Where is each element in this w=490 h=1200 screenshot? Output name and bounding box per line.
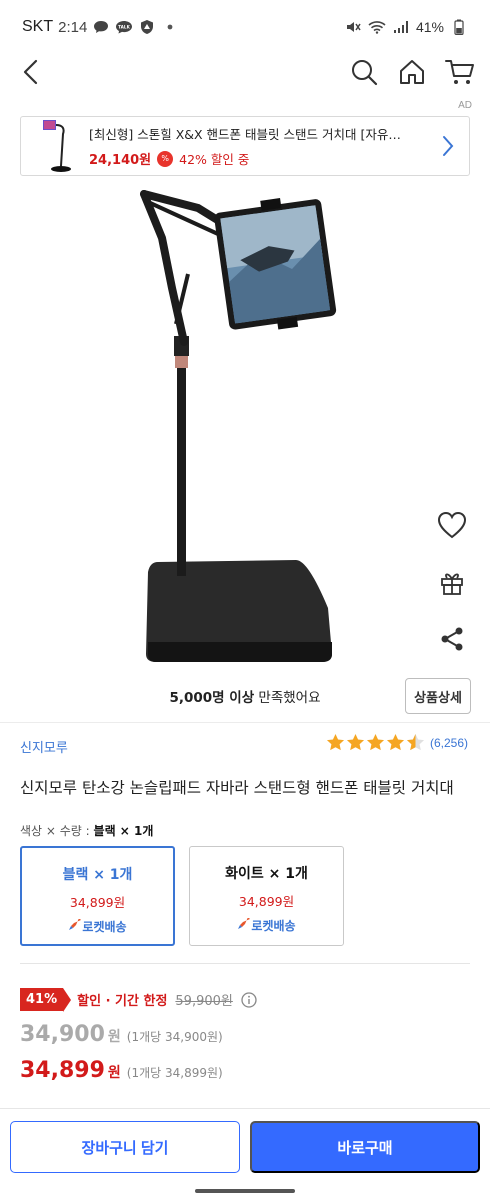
- add-to-cart-button[interactable]: 장바구니 담기: [10, 1121, 240, 1173]
- share-icon[interactable]: [432, 619, 472, 659]
- status-bar: SKT 2:14 TALK 41%: [0, 0, 490, 54]
- nav-actions: [348, 54, 476, 90]
- rocket-icon: [238, 917, 251, 929]
- carrier-label: SKT: [22, 18, 54, 35]
- top-nav: [0, 50, 490, 94]
- price-per-unit: (1개당 34,899원): [126, 1066, 223, 1080]
- status-left: SKT 2:14 TALK: [22, 18, 179, 36]
- rocket-delivery-badge: 로켓배송: [22, 918, 173, 935]
- price-per-unit: (1개당 34,900원): [126, 1030, 223, 1044]
- battery-icon: [450, 19, 468, 35]
- option-selected-value: 블랙 × 1개: [93, 824, 154, 838]
- signal-icon: [392, 19, 410, 35]
- discount-row: 41% 할인 · 기간 한정 59,900원: [20, 988, 257, 1012]
- chevron-right-icon[interactable]: [433, 126, 463, 166]
- price-amount: 34,899: [20, 1058, 105, 1083]
- info-icon[interactable]: [241, 991, 257, 1008]
- delivery-label: 로켓배송: [82, 920, 127, 934]
- side-actions: [432, 505, 472, 676]
- price-before-coupon: 34,900 원 (1개당 34,900원): [20, 1022, 223, 1047]
- option-label: 색상 × 수량 : 블랙 × 1개: [20, 822, 153, 839]
- product-detail-button[interactable]: 상품상세: [405, 678, 471, 714]
- search-icon[interactable]: [348, 54, 380, 90]
- star-half-icon: [406, 733, 425, 751]
- original-price: 59,900원: [175, 994, 233, 1009]
- ad-label: AD: [458, 100, 472, 111]
- rating-stars[interactable]: (6,256): [326, 733, 468, 752]
- buyers-count: 5,000명 이상: [169, 690, 255, 706]
- battery-percent: 41%: [415, 19, 444, 35]
- star-icon: [326, 733, 345, 751]
- bottom-action-bar: 장바구니 담기 바로구매: [0, 1108, 490, 1200]
- discount-percent-badge: 41%: [20, 988, 72, 1012]
- delivery-label: 로켓배송: [251, 919, 296, 933]
- heart-icon[interactable]: [432, 505, 472, 545]
- option-name: 화이트 × 1개: [225, 866, 308, 882]
- discount-text: 할인 · 기간 한정: [77, 994, 168, 1009]
- star-icon: [346, 733, 365, 751]
- rocket-icon: [69, 918, 82, 930]
- discount-badge-icon: %: [157, 150, 174, 167]
- talk-icon: TALK: [115, 19, 133, 35]
- star-icon: [366, 733, 385, 751]
- buyers-suffix: 만족했어요: [254, 690, 321, 706]
- back-arrow-icon[interactable]: [14, 54, 46, 90]
- wifi-icon: [368, 19, 386, 35]
- ad-text: [최신형] 스톤힐 X&X 핸드폰 태블릿 스탠드 거치대 [자유… 24,14…: [89, 124, 433, 168]
- chat-bubble-icon: [92, 19, 110, 35]
- cart-icon[interactable]: [444, 54, 476, 90]
- clock: 2:14: [58, 18, 88, 36]
- option-name: 블랙 × 1개: [62, 867, 133, 883]
- home-indicator[interactable]: [195, 1189, 295, 1193]
- option-card-black[interactable]: 블랙 × 1개 34,899원 로켓배송: [20, 846, 175, 946]
- brand-link[interactable]: 신지모루: [20, 737, 68, 756]
- ad-thumbnail: [29, 117, 81, 175]
- gift-icon[interactable]: [432, 562, 472, 602]
- shield-icon: [138, 19, 156, 35]
- ad-discount: 42% 할인 중: [179, 152, 250, 167]
- divider: [20, 963, 470, 964]
- divider: [0, 722, 490, 723]
- option-price: 34,899원: [238, 894, 295, 909]
- dot-icon: [161, 19, 179, 35]
- ad-title: [최신형] 스톤힐 X&X 핸드폰 태블릿 스탠드 거치대 [자유…: [89, 127, 401, 142]
- ad-price: 24,140원: [89, 153, 152, 168]
- ad-price-row: 24,140원 % 42% 할인 중: [89, 149, 433, 168]
- option-card-white[interactable]: 화이트 × 1개 34,899원 로켓배송: [189, 846, 344, 946]
- mute-icon: [344, 19, 362, 35]
- product-title: 신지모루 탄소강 논슬립패드 자바라 스탠드형 핸드폰 태블릿 거치대: [20, 779, 454, 797]
- option-label-prefix: 색상 × 수량 :: [20, 824, 94, 838]
- rocket-delivery-badge: 로켓배송: [190, 917, 343, 934]
- final-price: 34,899 원 (1개당 34,899원): [20, 1058, 223, 1083]
- option-price: 34,899원: [69, 895, 126, 910]
- price-amount: 34,900: [20, 1022, 105, 1047]
- price-unit: 원: [107, 1029, 121, 1045]
- price-unit: 원: [107, 1065, 121, 1081]
- home-icon[interactable]: [396, 54, 428, 90]
- svg-text:TALK: TALK: [118, 24, 130, 29]
- review-count[interactable]: (6,256): [430, 736, 468, 750]
- status-right: 41%: [344, 19, 468, 35]
- ad-banner[interactable]: [최신형] 스톤힐 X&X 핸드폰 태블릿 스탠드 거치대 [자유… 24,14…: [20, 116, 470, 176]
- star-icon: [386, 733, 405, 751]
- product-image[interactable]: [100, 176, 360, 676]
- buy-now-button[interactable]: 바로구매: [250, 1121, 480, 1173]
